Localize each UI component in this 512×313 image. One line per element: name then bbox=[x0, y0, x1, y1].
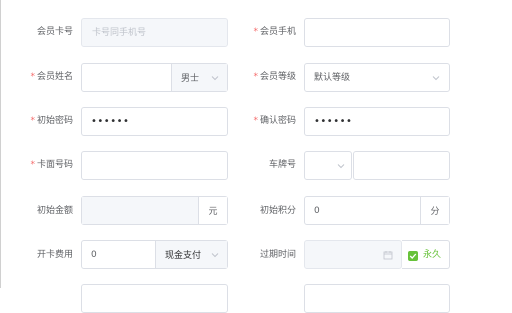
card-fee-label: 开卡费用 bbox=[36, 250, 73, 260]
expire-date-input bbox=[304, 240, 402, 269]
init-points-input[interactable]: 0 分 bbox=[304, 196, 450, 225]
permanent-label: 永久 bbox=[423, 250, 442, 260]
level-label: * 会员等级 bbox=[253, 72, 296, 82]
phone-label: * 会员手机 bbox=[253, 27, 296, 37]
yuan-unit: 元 bbox=[198, 197, 227, 224]
chevron-down-icon bbox=[432, 76, 440, 81]
init-points-label: 初始积分 bbox=[259, 206, 296, 216]
level-select[interactable]: 默认等级 bbox=[304, 63, 450, 92]
chevron-down-icon bbox=[337, 164, 345, 169]
payment-select[interactable]: 现金支付 bbox=[155, 241, 227, 268]
confirm-pwd-input[interactable]: •••••• bbox=[304, 107, 450, 136]
next-row-input-right[interactable] bbox=[304, 284, 450, 313]
check-icon[interactable] bbox=[408, 251, 418, 261]
gender-select[interactable]: 男士 bbox=[171, 64, 227, 91]
name-label: * 会员姓名 bbox=[30, 72, 73, 82]
card-face-input[interactable] bbox=[81, 151, 228, 180]
plate-input[interactable] bbox=[353, 151, 450, 180]
expire-label: 过期时间 bbox=[259, 250, 296, 260]
points-unit: 分 bbox=[420, 197, 449, 224]
confirm-pwd-label: * 确认密码 bbox=[253, 116, 296, 126]
init-pwd-input[interactable]: •••••• bbox=[81, 107, 228, 136]
chevron-down-icon bbox=[211, 253, 219, 258]
card-no-label: 会员卡号 bbox=[36, 27, 73, 37]
card-face-label: * 卡面号码 bbox=[30, 160, 73, 170]
left-divider bbox=[0, 0, 1, 288]
amount-fill bbox=[82, 197, 198, 224]
chevron-down-icon bbox=[211, 76, 219, 81]
card-no-input: 卡号同手机号 bbox=[81, 18, 228, 47]
plate-label: 车牌号 bbox=[268, 160, 296, 170]
name-input[interactable]: 男士 bbox=[81, 63, 228, 92]
card-fee-input[interactable]: 0 现金支付 bbox=[81, 240, 228, 269]
next-row-input[interactable] bbox=[81, 284, 228, 313]
permanent-checkbox-wrap[interactable]: 永久 bbox=[402, 240, 450, 269]
init-pwd-label: * 初始密码 bbox=[30, 116, 73, 126]
plate-prefix-select[interactable] bbox=[304, 151, 352, 180]
init-amount-label: 初始金额 bbox=[36, 206, 73, 216]
phone-input[interactable] bbox=[304, 18, 450, 47]
calendar-icon bbox=[383, 251, 393, 260]
